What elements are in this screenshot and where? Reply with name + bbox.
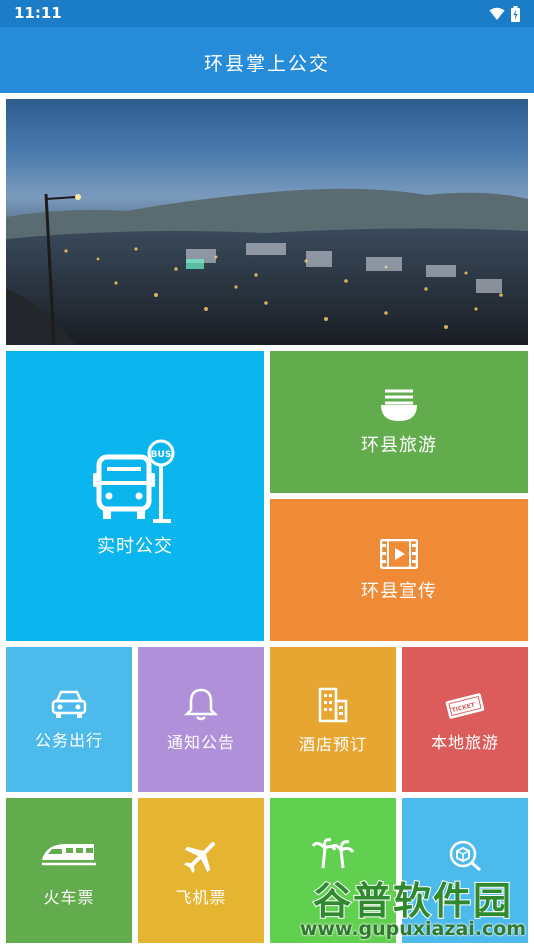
promo-label: 环县宣传 (361, 581, 437, 602)
watermark-url: www.gupuxiazai.com (299, 918, 527, 940)
bell-icon (184, 688, 218, 721)
banner-carousel[interactable] (6, 99, 528, 345)
app-bar: 环县掌上公交 (0, 27, 534, 93)
hotel-tile[interactable]: 酒店预订 (270, 647, 396, 792)
svg-text:BUS: BUS (151, 450, 172, 460)
status-icons (489, 5, 520, 22)
official-travel-label: 公务出行 (34, 731, 103, 750)
train-icon (42, 844, 96, 866)
local-tour-label: 本地旅游 (430, 733, 499, 752)
watermark-text: 谷普软件园 (312, 878, 513, 924)
promo-tile[interactable]: 环县宣传 (270, 499, 528, 641)
train-ticket-tile[interactable]: 火车票 (6, 798, 132, 943)
noodle-bowl-icon (381, 389, 417, 421)
bus-stop-icon: BUS (93, 439, 175, 523)
realtime-bus-tile[interactable]: BUS 实时公交 (6, 351, 264, 641)
flight-ticket-tile[interactable]: 飞机票 (138, 798, 264, 943)
status-bar: 11:11 (0, 0, 534, 27)
notice-label: 通知公告 (166, 733, 235, 752)
banner-image (6, 188, 528, 345)
train-ticket-label: 火车票 (43, 888, 95, 907)
ticket-icon: TICKET (445, 693, 485, 719)
tourism-tile[interactable]: 环县旅游 (270, 351, 528, 493)
local-tour-tile[interactable]: TICKET 本地旅游 (402, 647, 528, 792)
watermark: 谷普软件园 www.gupuxiazai.com (292, 866, 534, 950)
battery-icon (511, 5, 520, 22)
status-time: 11:11 (14, 4, 62, 22)
wifi-icon (489, 7, 505, 20)
tourism-label: 环县旅游 (361, 435, 437, 456)
car-icon (51, 690, 87, 718)
realtime-bus-label: 实时公交 (97, 536, 173, 557)
building-icon (318, 687, 348, 723)
film-icon (380, 539, 418, 569)
notice-tile[interactable]: 通知公告 (138, 647, 264, 792)
page-title: 环县掌上公交 (203, 53, 330, 75)
flight-ticket-label: 飞机票 (175, 888, 227, 907)
official-travel-tile[interactable]: 公务出行 (6, 647, 132, 792)
hotel-label: 酒店预订 (298, 735, 367, 754)
airplane-icon (184, 841, 216, 873)
palm-tree-icon (311, 838, 355, 869)
